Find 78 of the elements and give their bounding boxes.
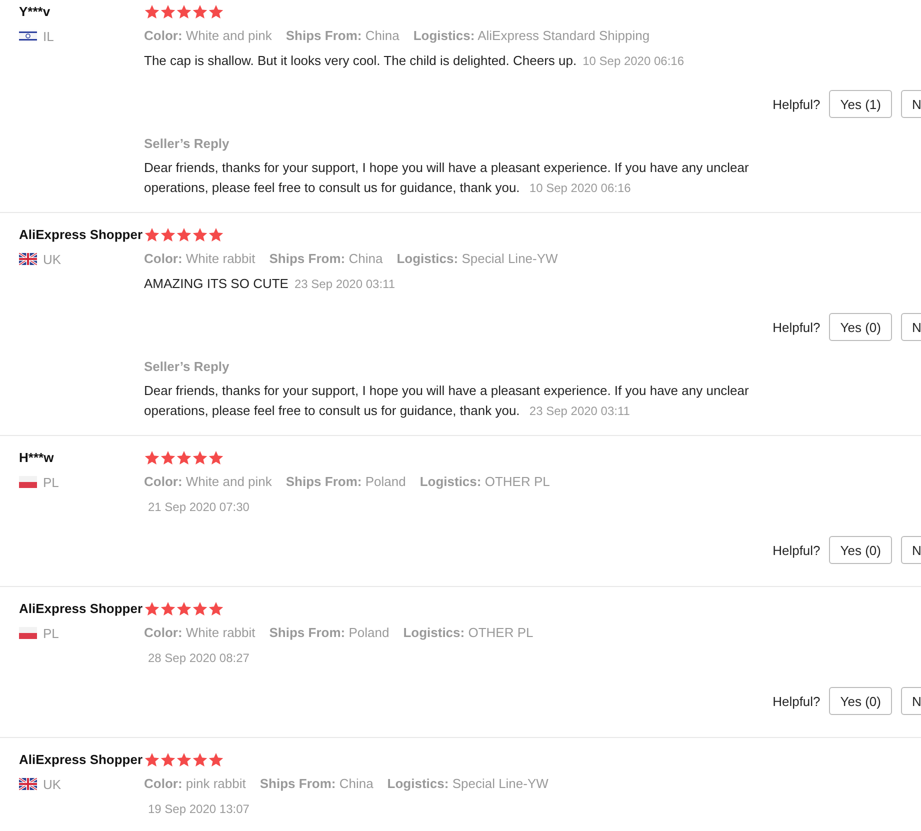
star-icon xyxy=(176,227,192,243)
country-code: UK xyxy=(43,252,62,266)
review-date: 28 Sep 2020 08:27 xyxy=(148,651,250,665)
star-icon xyxy=(208,227,224,243)
star-icon xyxy=(208,752,224,768)
sku-property: Ships From: China xyxy=(260,775,374,793)
sku-property: Logistics: Special Line-YW xyxy=(396,250,558,268)
review-text: AMAZING ITS SO CUTE xyxy=(144,276,288,291)
country-code: PL xyxy=(43,626,59,640)
star-icon xyxy=(144,227,160,243)
yes-button[interactable]: Yes (0) xyxy=(829,687,892,715)
star-icon xyxy=(208,4,224,20)
reply-text: Dear friends, thanks for your support, I hope you will have a pleasant experience. If you have any unclear operations, please feel free to consult us for guidance, thank you. 10 Sep 2020 06:16 xyxy=(144,159,750,197)
no-button[interactable]: N xyxy=(901,313,921,341)
flag-icon xyxy=(19,627,37,639)
star-icon xyxy=(176,450,192,466)
country-code: UK xyxy=(43,776,62,792)
reply-text: Dear friends, thanks for your support, I hope you will have a pleasant experience. If you have any unclear operations, please feel free to consult us for guidance, thank you. 23 Sep 2020 03:11 xyxy=(144,382,750,420)
sku-property: Ships From: China xyxy=(286,27,400,45)
country-code: PL xyxy=(43,474,59,490)
star-icon xyxy=(192,4,208,20)
sku-property: Color: White and pink xyxy=(144,473,272,491)
sku-property: Color: White rabbit xyxy=(144,624,256,642)
star-icon xyxy=(192,601,208,617)
flag-icon xyxy=(19,476,37,488)
star-icon xyxy=(208,450,224,466)
country-code: IL xyxy=(43,28,54,44)
flag-icon xyxy=(19,778,37,790)
star-icon xyxy=(144,752,160,768)
review-date: 10 Sep 2020 06:16 xyxy=(582,54,684,68)
flag-icon xyxy=(19,253,37,265)
helpful-label: Helpful? xyxy=(772,320,820,334)
flag-icon xyxy=(19,30,37,42)
sku-property: Logistics: AliExpress Standard Shipping xyxy=(413,27,650,45)
no-button[interactable]: N xyxy=(901,90,921,118)
star-icon xyxy=(160,227,176,243)
reviewer-name: AliExpress Shopper xyxy=(19,751,144,769)
star-icon xyxy=(176,752,192,768)
star-icon xyxy=(160,601,176,617)
star-icon xyxy=(144,4,160,20)
sku-property: Logistics: Special Line-YW xyxy=(387,775,548,793)
sku-property: Logistics: OTHER PL xyxy=(420,473,550,491)
review-date: 21 Sep 2020 07:30 xyxy=(148,500,250,514)
helpful-label: Helpful? xyxy=(772,96,820,112)
reviewer-name: AliExpress Shopper xyxy=(19,600,144,618)
star-icon xyxy=(208,601,224,617)
reply-title: Seller’s Reply xyxy=(144,358,230,376)
review-text: The cap is shallow. But it looks very cool. The child is delighted. Cheers up. xyxy=(144,53,577,68)
star-icon xyxy=(160,450,176,466)
reviewer-name: H***w xyxy=(19,449,55,467)
star-icon xyxy=(176,4,192,20)
helpful-label: Helpful? xyxy=(772,542,820,558)
star-icon xyxy=(144,601,160,617)
sku-property: Color: pink rabbit xyxy=(144,775,246,793)
review-date: 19 Sep 2020 13:07 xyxy=(148,802,250,816)
sku-property: Color: White and pink xyxy=(144,27,272,45)
helpful-label: Helpful? xyxy=(772,694,820,708)
sku-property: Ships From: Poland xyxy=(269,624,390,642)
no-button[interactable]: N xyxy=(901,536,921,564)
sku-property: Color: White rabbit xyxy=(144,250,256,268)
no-button[interactable]: N xyxy=(901,687,921,715)
star-icon xyxy=(192,227,208,243)
review-date: 23 Sep 2020 03:11 xyxy=(294,277,396,291)
star-icon xyxy=(192,450,208,466)
reply-title: Seller’s Reply xyxy=(144,135,230,153)
yes-button[interactable]: Yes (0) xyxy=(829,536,892,564)
star-icon xyxy=(160,752,176,768)
star-icon xyxy=(192,752,208,768)
sku-property: Ships From: China xyxy=(269,250,383,268)
star-icon xyxy=(176,601,192,617)
sku-property: Ships From: Poland xyxy=(286,473,406,491)
star-icon xyxy=(144,450,160,466)
yes-button[interactable]: Yes (1) xyxy=(829,90,892,118)
reviewer-name: AliExpress Shopper xyxy=(19,226,144,244)
reviewer-name: Y***v xyxy=(19,3,52,21)
yes-button[interactable]: Yes (0) xyxy=(829,313,892,341)
star-icon xyxy=(160,4,176,20)
sku-property: Logistics: OTHER PL xyxy=(403,624,534,642)
